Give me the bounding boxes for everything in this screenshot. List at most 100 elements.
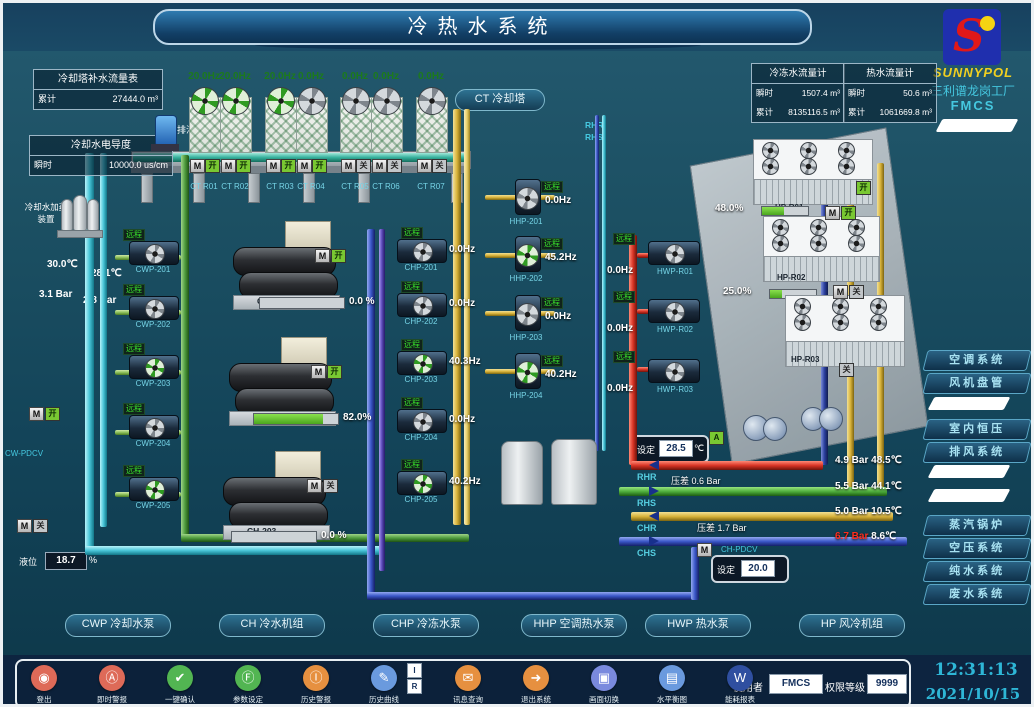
- toolbar-button-icon[interactable]: ▣: [591, 665, 617, 691]
- pump-id-label: HWP-R02: [647, 325, 703, 334]
- section-banner[interactable]: CWP 冷却水泵: [65, 614, 171, 637]
- menu-button[interactable]: 空压系统: [922, 538, 1031, 559]
- setpoint-hwt-value[interactable]: 28.5: [659, 440, 693, 457]
- remote-tag: 远程: [541, 181, 563, 193]
- valve-m-box[interactable]: M: [17, 519, 32, 533]
- pump[interactable]: [397, 409, 447, 433]
- menu-button-label: 空压系统: [926, 539, 1028, 557]
- valve-m-box[interactable]: M: [833, 285, 848, 299]
- chiller-unit[interactable]: CH-201: [233, 221, 338, 309]
- valve-m-box[interactable]: M: [266, 159, 281, 173]
- valve-state-closed[interactable]: 关: [849, 285, 864, 299]
- tower-fan-icon: [418, 87, 446, 115]
- valve-state-open[interactable]: 开: [236, 159, 251, 173]
- menu-button-label: 风机盘管: [926, 374, 1028, 392]
- valve-state-open[interactable]: 开: [205, 159, 220, 173]
- dosing-tank: [87, 199, 99, 231]
- valve-m-box[interactable]: M: [697, 543, 712, 557]
- pump[interactable]: [129, 415, 179, 439]
- pump[interactable]: [397, 239, 447, 263]
- toolbar-button-icon[interactable]: Ⓘ: [303, 665, 329, 691]
- tower-hz-readout: 20.0Hz: [212, 71, 258, 82]
- heat-pump-unit[interactable]: [753, 139, 873, 205]
- pump[interactable]: [129, 241, 179, 265]
- toolbar-mini-button[interactable]: R: [407, 679, 422, 694]
- pump[interactable]: [129, 477, 179, 501]
- valve-state-closed[interactable]: 关: [839, 363, 854, 377]
- pump[interactable]: [648, 359, 700, 383]
- valve-state-open[interactable]: 开: [327, 365, 342, 379]
- flow-meter-1: 热水流量计瞬时50.6 m³累计1061669.8 m³: [843, 63, 937, 123]
- valve-state-open[interactable]: 开: [312, 159, 327, 173]
- pump[interactable]: [397, 351, 447, 375]
- valve-state-closed[interactable]: 关: [33, 519, 48, 533]
- section-banner[interactable]: HWP 热水泵: [645, 614, 751, 637]
- menu-button[interactable]: 排风系统: [922, 442, 1031, 463]
- pipe-temp: 8.6℃: [871, 531, 896, 542]
- valve-m-box[interactable]: M: [221, 159, 236, 173]
- setpoint-pdcv-value[interactable]: 20.0: [741, 560, 775, 577]
- valve-m-box[interactable]: M: [341, 159, 356, 173]
- pump-hz-readout: 0.0Hz: [545, 311, 571, 322]
- menu-button[interactable]: 废水系统: [922, 584, 1031, 605]
- remote-tag: 远程: [123, 343, 145, 355]
- chiller-unit[interactable]: CH-202: [229, 337, 334, 425]
- remote-tag: 远程: [541, 297, 563, 309]
- pump-id-label: CHP-203: [393, 375, 449, 384]
- setpoint-pdcv-label: 设定: [717, 563, 735, 576]
- level-auth-field[interactable]: 9999: [867, 674, 907, 694]
- valve-m-box[interactable]: M: [307, 479, 322, 493]
- toolbar-button-icon[interactable]: ✎: [371, 665, 397, 691]
- toolbar-button-label: 讯息查询: [436, 694, 500, 705]
- valve-state-closed[interactable]: 关: [323, 479, 338, 493]
- pipe-pressure: 6.7 Bar: [835, 531, 868, 542]
- valve-state-open[interactable]: 开: [45, 407, 60, 421]
- valve-state-closed[interactable]: 关: [432, 159, 447, 173]
- valve-m-box[interactable]: M: [372, 159, 387, 173]
- menu-button[interactable]: 室内恒压: [922, 419, 1031, 440]
- pump[interactable]: [648, 241, 700, 265]
- section-banner[interactable]: HHP 空调热水泵: [521, 614, 627, 637]
- user-value-field[interactable]: FMCS: [769, 674, 823, 694]
- pump[interactable]: [648, 299, 700, 323]
- toolbar-mini-button[interactable]: I: [407, 663, 422, 678]
- toolbar-button-icon[interactable]: ➜: [523, 665, 549, 691]
- valve-m-box[interactable]: M: [315, 249, 330, 263]
- pump[interactable]: [129, 355, 179, 379]
- toolbar-button-icon[interactable]: Ⓕ: [235, 665, 261, 691]
- toolbar-button-icon[interactable]: Ⓐ: [99, 665, 125, 691]
- valve-m-box[interactable]: M: [825, 206, 840, 220]
- section-banner[interactable]: HP 风冷机组: [799, 614, 905, 637]
- valve-state-open[interactable]: 开: [856, 181, 871, 195]
- toolbar-button-icon[interactable]: ✔: [167, 665, 193, 691]
- valve-state-closed[interactable]: 关: [356, 159, 371, 173]
- toolbar-button-icon[interactable]: ◉: [31, 665, 57, 691]
- valve-m-box[interactable]: M: [311, 365, 326, 379]
- pump[interactable]: [397, 471, 447, 495]
- ct-section-banner[interactable]: CT 冷却塔: [455, 89, 545, 111]
- valve-state-open[interactable]: 开: [281, 159, 296, 173]
- menu-button[interactable]: 蒸汽锅炉: [922, 515, 1031, 536]
- mode-a-indicator[interactable]: A: [709, 431, 724, 445]
- valve-m-box[interactable]: M: [190, 159, 205, 173]
- section-banner[interactable]: CHP 冷冻水泵: [373, 614, 479, 637]
- pump[interactable]: [397, 293, 447, 317]
- valve-state-closed[interactable]: 关: [387, 159, 402, 173]
- menu-button[interactable]: 空调系统: [922, 350, 1031, 371]
- valve-state-open[interactable]: 开: [331, 249, 346, 263]
- valve-m-box[interactable]: M: [297, 159, 312, 173]
- drain-pump[interactable]: [155, 115, 177, 147]
- valve-m-box[interactable]: M: [417, 159, 432, 173]
- menu-button[interactable]: 风机盘管: [922, 373, 1031, 394]
- valve-m-box[interactable]: M: [29, 407, 44, 421]
- pump[interactable]: [129, 296, 179, 320]
- toolbar-button-icon[interactable]: ✉: [455, 665, 481, 691]
- toolbar-button-icon[interactable]: ▤: [659, 665, 685, 691]
- toolbar-button-icon[interactable]: W: [727, 665, 753, 691]
- meter-row: 累计8135116.5 m³: [752, 103, 844, 122]
- section-banner[interactable]: CH 冷水机组: [219, 614, 325, 637]
- menu-button[interactable]: 纯水系统: [922, 561, 1031, 582]
- flow-meter-title: 热水流量计: [844, 64, 936, 84]
- valve-state-open[interactable]: 开: [841, 206, 856, 220]
- chiller-unit[interactable]: CH-203: [223, 451, 328, 539]
